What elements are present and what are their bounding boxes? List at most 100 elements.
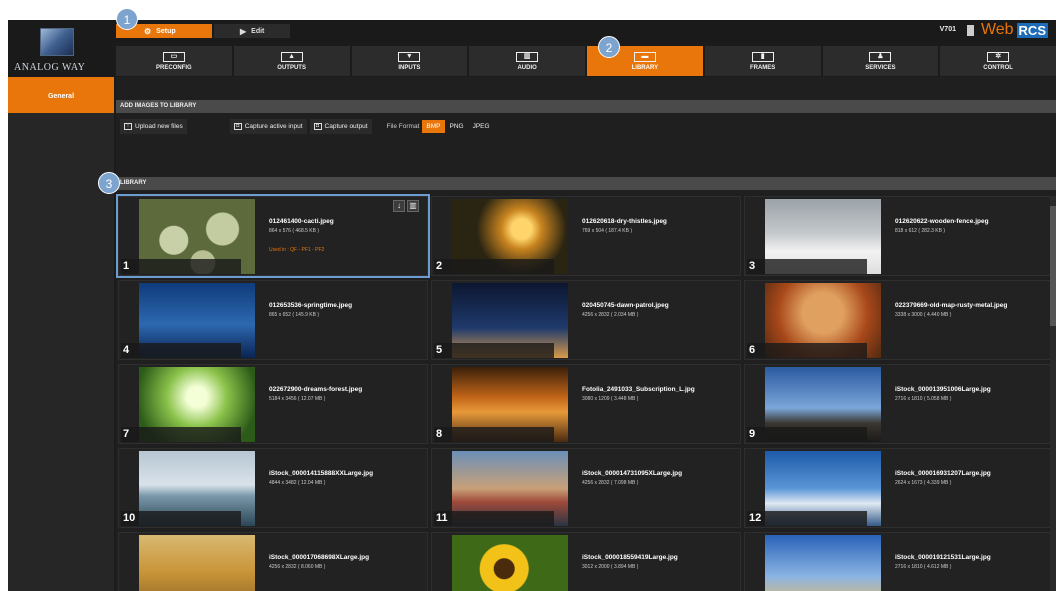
library-image-card[interactable]: 13iStock_000017068698XLarge.jpg4256 x 28…	[118, 532, 428, 591]
image-number: 4	[121, 343, 241, 358]
top-bar: ⚙ Setup ▶ Edit V701 Web RCS	[8, 20, 1056, 42]
brand-logo: Web RCS	[966, 21, 1048, 39]
tab-label: OUTPUTS	[277, 64, 306, 71]
tab-preconfig[interactable]: ▭ PRECONFIG	[116, 46, 232, 76]
image-dimensions: 4256 x 2832 ( 2.034 MB )	[582, 312, 639, 318]
image-filename: 020450745-dawn-patrol.jpeg	[582, 302, 669, 309]
image-thumbnail[interactable]	[765, 535, 881, 591]
library-image-card[interactable]: 6 022379669-old-map-rusty-metal.jpeg 3338 …	[744, 280, 1054, 360]
library-icon: ▬	[633, 51, 656, 62]
camera-icon: ◘	[313, 123, 322, 130]
callout-3: 3	[98, 172, 120, 194]
add-images-toolbar: ↑ Upload new files ◘ Capture active inpu…	[120, 119, 495, 134]
library-image-card[interactable]: 12 iStock_000016931207Large.jpg 2624 x 167…	[744, 448, 1054, 528]
capture-output-button[interactable]: ◘ Capture output	[309, 119, 372, 134]
library-image-card[interactable]: 15iStock_000019121531Large.jpg2716 x 181…	[744, 532, 1054, 591]
image-dimensions: 865 x 652 ( 145.9 KB )	[269, 312, 320, 318]
image-filename: Fotolia_2491033_Subscription_L.jpg	[582, 386, 695, 393]
tab-control[interactable]: ✲ CONTROL	[940, 46, 1056, 76]
library-image-card[interactable]: 14iStock_000018559419Large.jpg3012 x 200…	[431, 532, 741, 591]
tab-label: INPUTS	[398, 64, 421, 71]
capture-input-label: Capture active input	[244, 123, 303, 130]
preconfig-icon: ▭	[162, 51, 185, 62]
tab-services[interactable]: ♟ SERVICES	[822, 46, 939, 76]
library-content: ADD IMAGES TO LIBRARY ↑ Upload new files…	[116, 77, 1056, 591]
library-image-card[interactable]: 7 022672900-dreams-forest.jpeg 5184 x 3456…	[118, 364, 428, 444]
upload-icon: ↑	[124, 123, 132, 130]
image-dimensions: 5184 x 3456 ( 12.07 MB )	[269, 396, 326, 402]
image-filename: iStock_000018559419Large.jpg	[582, 554, 678, 561]
library-image-card[interactable]: 11 iStock_000014731095XLarge.jpg 4256 x 28…	[431, 448, 741, 528]
image-number: 10	[121, 511, 241, 526]
library-image-card[interactable]: 8 Fotolia_2491033_Subscription_L.jpg 3080 …	[431, 364, 741, 444]
file-format-label: File Format	[386, 123, 420, 130]
image-number: 12	[747, 511, 867, 526]
edit-label: Edit	[251, 27, 265, 35]
tab-label: AUDIO	[517, 64, 537, 71]
image-filename: 022672900-dreams-forest.jpeg	[269, 386, 363, 393]
image-filename: iStock_000013951006Large.jpg	[895, 386, 991, 393]
tab-label: CONTROL	[983, 64, 1013, 71]
card-actions: ↓ ▥	[393, 200, 419, 212]
tab-label: FRAMES	[749, 64, 776, 71]
image-filename: iStock_000019121531Large.jpg	[895, 554, 991, 561]
play-icon: ▶	[240, 26, 247, 36]
image-dimensions: 3012 x 2000 ( 3.894 MB )	[582, 564, 639, 570]
frames-icon: ▮	[751, 51, 774, 62]
main-nav: ▭ PRECONFIG ▲ OUTPUTS ▼ INPUTS ▥ AUDIO ▬ LIBRARY ▮…	[116, 46, 1056, 76]
image-dimensions: 818 x 612 ( 282.3 KB )	[895, 228, 946, 234]
version-label: V701	[939, 26, 956, 33]
services-icon: ♟	[869, 51, 892, 62]
image-filename: 012653536-springtime.jpeg	[269, 302, 353, 309]
library-image-card[interactable]: 1 012461400-cacti.jpeg 864 x 576 ( 468.5 K…	[116, 194, 430, 278]
format-png[interactable]: PNG	[446, 120, 468, 133]
image-dimensions: 4844 x 3482 ( 12.04 MB )	[269, 480, 326, 486]
capture-input-button[interactable]: ◘ Capture active input	[229, 119, 307, 134]
library-image-card[interactable]: 9 iStock_000013951006Large.jpg 2716 x 1810…	[744, 364, 1054, 444]
image-dimensions: 2716 x 1810 ( 5.058 MB )	[895, 396, 952, 402]
upload-button[interactable]: ↑ Upload new files	[120, 119, 187, 134]
library-scrollbar[interactable]	[1050, 196, 1056, 591]
image-number: 6	[747, 343, 867, 358]
image-filename: 012620618-dry-thistles.jpeg	[582, 218, 667, 225]
download-icon[interactable]: ↓	[393, 200, 405, 212]
image-grid: 1 012461400-cacti.jpeg 864 x 576 ( 468.5 K…	[116, 194, 1054, 591]
image-filename: iStock_000014115888XXLarge.jpg	[269, 470, 374, 477]
image-number: 5	[434, 343, 554, 358]
outputs-icon: ▲	[280, 51, 303, 62]
tab-label: PRECONFIG	[156, 64, 192, 71]
image-thumbnail[interactable]	[139, 535, 255, 591]
image-dimensions: 2624 x 1673 ( 4.339 MB )	[895, 480, 952, 486]
format-bmp[interactable]: BMP	[422, 120, 445, 133]
edit-tab[interactable]: ▶ Edit	[214, 24, 290, 38]
setup-label: Setup	[156, 27, 176, 35]
sidebar-item-general[interactable]: General	[8, 77, 114, 113]
library-image-card[interactable]: 5 020450745-dawn-patrol.jpeg 4256 x 2832 (…	[431, 280, 741, 360]
tab-outputs[interactable]: ▲ OUTPUTS	[233, 46, 350, 76]
image-number: 2	[434, 259, 554, 274]
image-number: 11	[434, 511, 554, 526]
library-image-card[interactable]: 4 012653536-springtime.jpeg 865 x 652 ( 14…	[118, 280, 428, 360]
library-image-card[interactable]: 2 012620618-dry-thistles.jpeg 769 x 504 ( …	[431, 196, 741, 276]
library-header: LIBRARY	[116, 177, 1056, 190]
scrollbar-thumb[interactable]	[1050, 206, 1056, 326]
library-image-card[interactable]: 10 iStock_000014115888XXLarge.jpg 4844 x 3…	[118, 448, 428, 528]
image-number: 3	[747, 259, 867, 274]
logo-text: ANALOG WAY	[14, 62, 86, 73]
trash-icon[interactable]: ▥	[407, 200, 419, 212]
format-jpeg[interactable]: JPEG	[469, 120, 494, 133]
image-number: 1	[121, 259, 241, 274]
image-dimensions: 2716 x 1810 ( 4.612 MB )	[895, 564, 952, 570]
image-thumbnail[interactable]	[452, 535, 568, 591]
image-dimensions: 3080 x 1209 ( 3.448 MB )	[582, 396, 639, 402]
audio-icon: ▥	[516, 51, 539, 62]
tab-frames[interactable]: ▮ FRAMES	[704, 46, 821, 76]
image-filename: 012620622-wooden-fence.jpeg	[895, 218, 989, 225]
brand-web: Web	[980, 21, 1014, 38]
tab-inputs[interactable]: ▼ INPUTS	[351, 46, 468, 76]
library-image-card[interactable]: 3 012620622-wooden-fence.jpeg 818 x 612 ( …	[744, 196, 1054, 276]
tab-audio[interactable]: ▥ AUDIO	[469, 46, 585, 76]
image-dimensions: 4256 x 2832 ( 8.060 MB )	[269, 564, 326, 570]
webrcs-app: ⚙ Setup ▶ Edit V701 Web RCS ANALOG WAY ▭…	[8, 20, 1056, 591]
gear-icon: ⚙	[144, 26, 152, 36]
